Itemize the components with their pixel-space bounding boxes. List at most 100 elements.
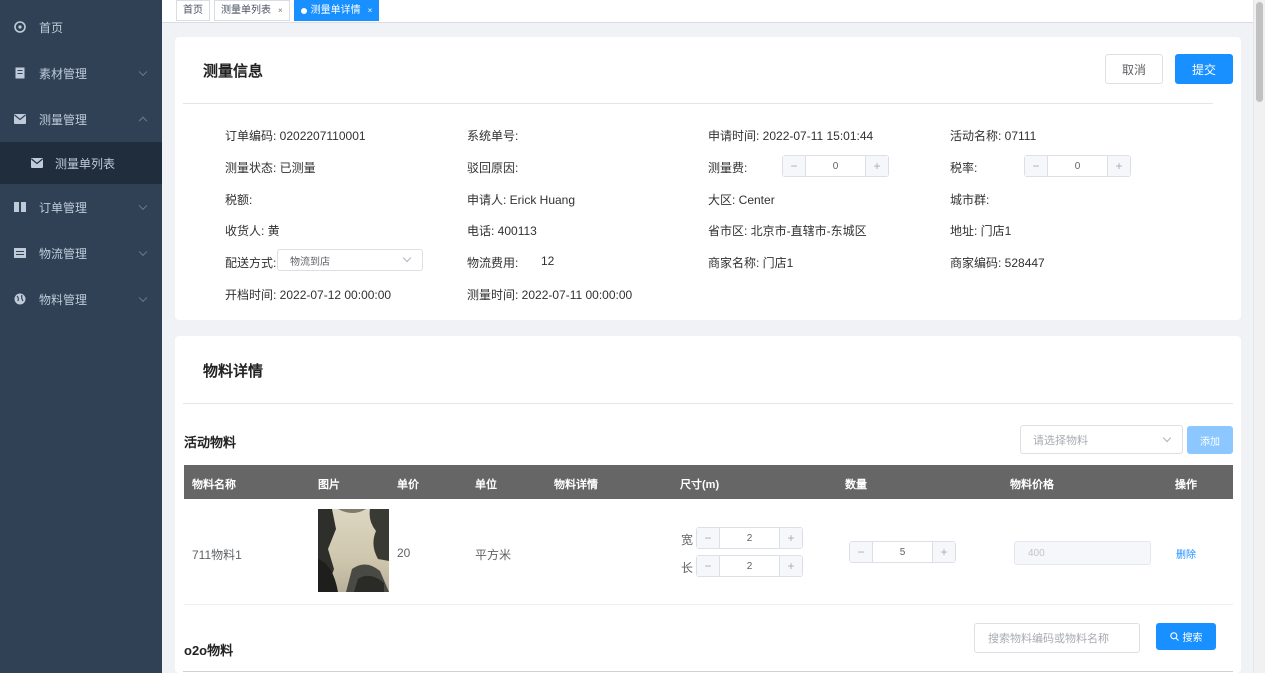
sidebar-item-materials[interactable]: 素材管理: [0, 50, 162, 96]
activity-name: 活动名称: 07111: [950, 129, 1037, 143]
province: 省市区: 北京市-直辖市-东城区: [708, 224, 867, 238]
document-icon: [14, 67, 26, 79]
divider: [183, 403, 1233, 404]
sidebar-item-orders[interactable]: 订单管理: [0, 184, 162, 230]
decrement-button[interactable]: −: [697, 528, 720, 548]
sidebar-item-label: 物流管理: [39, 246, 88, 261]
decrement-button[interactable]: −: [850, 542, 873, 562]
increment-button[interactable]: +: [1107, 156, 1130, 176]
width-label: 宽: [681, 533, 694, 547]
measure-time: 测量时间: 2022-07-11 00:00:00: [467, 288, 633, 302]
chevron-up-icon: [138, 116, 148, 126]
delivery-select[interactable]: 物流到店: [277, 249, 423, 271]
column-header: 物料价格: [1010, 479, 1054, 491]
tax-rate-value[interactable]: 0: [1048, 156, 1107, 176]
tag-home[interactable]: 首页: [176, 0, 210, 21]
unit-price: 20: [397, 546, 411, 560]
submit-button[interactable]: 提交: [1175, 54, 1233, 84]
measure-fee-label: 测量费:: [708, 161, 748, 175]
close-icon[interactable]: ×: [368, 1, 373, 20]
region: 大区: Center: [708, 193, 775, 207]
search-label: 搜索: [1182, 633, 1203, 644]
delete-link[interactable]: 删除: [1176, 546, 1196, 561]
sidebar-item-label: 订单管理: [39, 200, 88, 215]
divider: [183, 103, 1213, 104]
add-material-button[interactable]: 添加: [1187, 426, 1233, 454]
chevron-down-icon: [138, 201, 148, 211]
sidebar-item-home[interactable]: 首页: [0, 4, 162, 50]
phone: 电话: 400113: [467, 224, 537, 238]
sidebar-item-label: 测量管理: [39, 112, 88, 127]
table-header: 物料名称 图片 单价 单位 物料详情 尺寸(m) 数量 物料价格 操作: [184, 465, 1233, 499]
chevron-down-icon: [138, 247, 148, 257]
sidebar-item-measure-list[interactable]: 测量单列表: [0, 142, 162, 184]
length-stepper[interactable]: − 2 +: [696, 555, 803, 577]
increment-button[interactable]: +: [932, 542, 955, 562]
increment-button[interactable]: +: [779, 556, 802, 576]
section-title: 物料详情: [203, 363, 264, 380]
sidebar-item-material-mgmt[interactable]: 物料管理: [0, 276, 162, 322]
apply-time: 申请时间: 2022-07-11 15:01:44: [708, 129, 874, 143]
length-value[interactable]: 2: [720, 556, 779, 576]
tag-measure-list[interactable]: 测量单列表 ×: [214, 0, 290, 21]
mail-icon: [14, 113, 26, 125]
column-header: 尺寸(m): [680, 479, 720, 491]
sidebar-item-label: 首页: [39, 20, 64, 35]
sidebar-item-logistics[interactable]: 物流管理: [0, 230, 162, 276]
column-header: 单位: [475, 479, 497, 491]
decrement-button[interactable]: −: [1025, 156, 1048, 176]
width-stepper[interactable]: − 2 +: [696, 527, 803, 549]
system-no: 系统单号:: [467, 129, 519, 143]
dashboard-icon: [14, 21, 26, 33]
search-placeholder: 搜索物料编码或物料名称: [988, 633, 1109, 645]
tag-measure-detail[interactable]: 测量单详情 ×: [293, 0, 380, 21]
material-search-input[interactable]: 搜索物料编码或物料名称: [974, 623, 1140, 653]
measure-fee-stepper[interactable]: − 0 +: [782, 155, 889, 177]
material-price-field: 400: [1014, 541, 1151, 565]
cancel-button[interactable]: 取消: [1105, 54, 1163, 84]
search-button[interactable]: 搜索: [1156, 623, 1216, 650]
logistics-fee-label: 物流费用:: [467, 256, 519, 270]
book-icon: [14, 201, 26, 213]
increment-button[interactable]: +: [779, 528, 802, 548]
material-select[interactable]: 请选择物料: [1020, 425, 1183, 454]
close-icon[interactable]: ×: [278, 1, 283, 20]
chevron-down-icon: [138, 293, 148, 303]
quantity-stepper[interactable]: − 5 +: [849, 541, 956, 563]
city-group: 城市群:: [950, 193, 990, 207]
column-header: 物料名称: [192, 479, 236, 491]
decrement-button[interactable]: −: [783, 156, 806, 176]
address: 地址: 门店1: [950, 224, 1012, 238]
sidebar-item-label: 素材管理: [39, 66, 88, 81]
page-title: 测量信息: [203, 63, 264, 80]
measure-info-card: [175, 37, 1241, 320]
mail-icon: [31, 158, 43, 168]
decrement-button[interactable]: −: [697, 556, 720, 576]
column-header: 物料详情: [554, 479, 598, 491]
sidebar-item-measure[interactable]: 测量管理: [0, 96, 162, 142]
globe-icon: [14, 293, 26, 305]
column-header: 操作: [1175, 479, 1197, 491]
page-scrollbar[interactable]: [1253, 0, 1265, 673]
column-header: 单价: [397, 479, 419, 491]
measure-status: 测量状态: 已测量: [225, 161, 316, 175]
chevron-down-icon: [1162, 433, 1172, 443]
scrollbar-thumb[interactable]: [1256, 2, 1263, 102]
sidebar-item-label: 测量单列表: [55, 156, 116, 171]
increment-button[interactable]: +: [865, 156, 888, 176]
material-thumbnail[interactable]: [318, 509, 389, 592]
search-icon: [1169, 632, 1179, 641]
measure-fee-value[interactable]: 0: [806, 156, 865, 176]
logistics-fee-value: 12: [541, 254, 555, 268]
quantity-value[interactable]: 5: [873, 542, 932, 562]
receiver: 收货人: 黄: [225, 224, 280, 238]
material-name: 711物料1: [192, 548, 242, 562]
unit: 平方米: [475, 548, 512, 562]
width-value[interactable]: 2: [720, 528, 779, 548]
tax-rate-stepper[interactable]: − 0 +: [1024, 155, 1131, 177]
delivery-label: 配送方式:: [225, 256, 277, 270]
sidebar: 首页 素材管理 测量管理 测量单列表 订单管理 物流管理 物料管理: [0, 0, 162, 673]
delivery-value: 物流到店: [290, 256, 330, 268]
tags-bar: 首页 测量单列表 × 测量单详情 ×: [162, 0, 1253, 23]
reject-reason: 驳回原因:: [467, 161, 519, 175]
